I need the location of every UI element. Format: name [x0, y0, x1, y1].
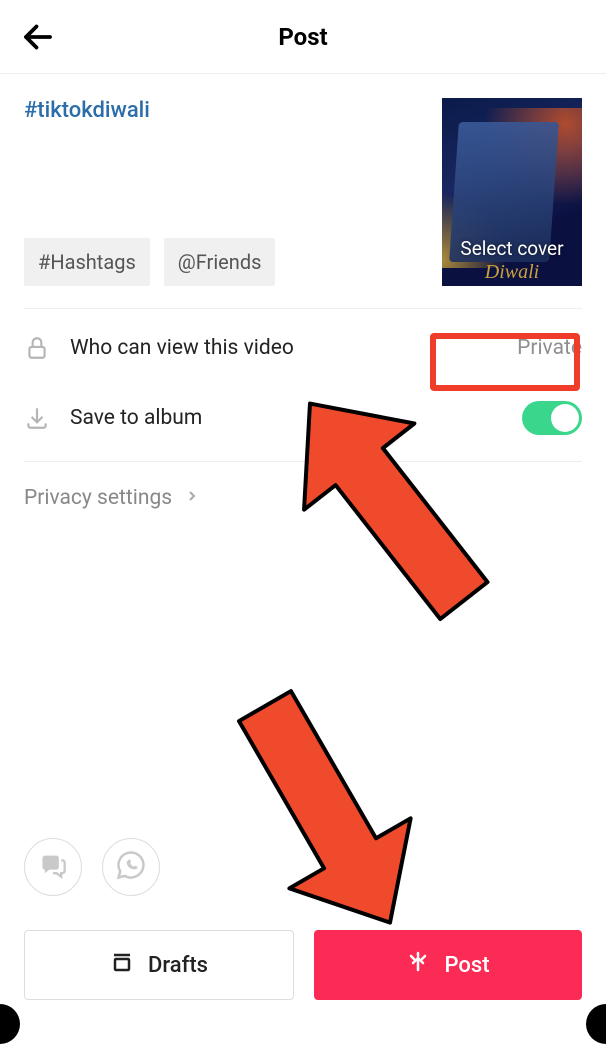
compose-area: #tiktokdiwali #Hashtags @Friends Select … [0, 74, 606, 286]
video-cover[interactable]: Select cover Diwali [442, 98, 582, 286]
download-icon [24, 405, 50, 431]
page-title: Post [278, 23, 327, 51]
drafts-label: Drafts [148, 953, 208, 978]
hashtags-chip[interactable]: #Hashtags [24, 238, 150, 286]
select-cover-label: Select cover [442, 237, 582, 260]
whatsapp-icon [116, 850, 146, 884]
annotation-arrow-bottom [210, 680, 440, 940]
privacy-value: Private [517, 336, 582, 360]
save-to-album-row: Save to album [0, 387, 606, 461]
post-icon [406, 950, 430, 980]
save-to-album-label: Save to album [70, 406, 202, 430]
drafts-button[interactable]: Drafts [24, 930, 294, 1000]
share-row [24, 838, 160, 896]
caption-area[interactable]: #tiktokdiwali #Hashtags @Friends [24, 98, 424, 286]
back-button[interactable] [20, 19, 56, 55]
save-toggle[interactable] [522, 401, 582, 435]
bottom-bar: Drafts Post [24, 930, 582, 1000]
lock-icon [24, 335, 50, 361]
cover-subtext: Diwali [442, 261, 582, 284]
who-can-view-row[interactable]: Who can view this video Private [0, 309, 606, 387]
share-whatsapp-button[interactable] [102, 838, 160, 896]
chevron-right-icon [184, 486, 200, 510]
caption-text: #tiktokdiwali [24, 98, 424, 123]
drafts-icon [110, 950, 134, 980]
post-button[interactable]: Post [314, 930, 582, 1000]
header: Post [0, 0, 606, 74]
chip-row: #Hashtags @Friends [24, 238, 424, 286]
friends-chip[interactable]: @Friends [164, 238, 276, 286]
post-label: Post [444, 953, 489, 978]
privacy-settings-row[interactable]: Privacy settings [0, 462, 606, 534]
chat-icon [39, 851, 67, 883]
who-can-view-label: Who can view this video [70, 336, 294, 360]
privacy-settings-label: Privacy settings [24, 486, 172, 510]
share-chat-button[interactable] [24, 838, 82, 896]
